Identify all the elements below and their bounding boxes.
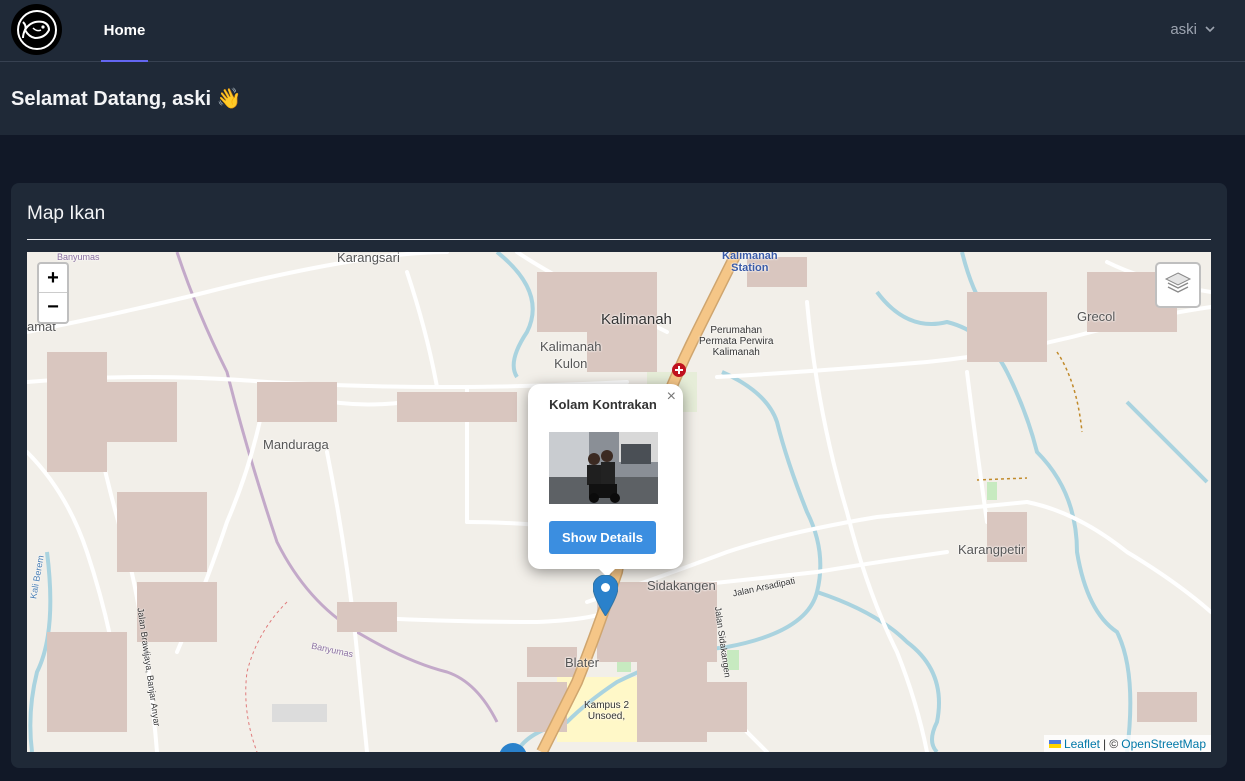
zoom-in-button[interactable]: +	[39, 264, 67, 293]
kampus-line-1: Kampus 2	[584, 700, 630, 711]
openstreetmap-link[interactable]: OpenStreetMap	[1121, 737, 1206, 751]
popup-title: Kolam Kontrakan	[549, 397, 657, 412]
place-label-manduraga: Manduraga	[263, 437, 329, 452]
top-navbar: Home aski	[0, 0, 1245, 62]
place-label-kampus: Kampus 2 Unsoed,	[584, 700, 629, 722]
place-label-grecol: Grecol	[1077, 309, 1116, 324]
kalimanah-kulon-line-2: Kulon	[554, 356, 588, 371]
kalimanah-kulon-line-1: Kalimanah	[540, 339, 602, 354]
attribution-separator: | ©	[1102, 736, 1119, 751]
place-label-kalimanah-kulon: Kalimanah Kulon	[540, 338, 601, 372]
pond-photo	[549, 432, 658, 504]
nav-home-link[interactable]: Home	[101, 0, 148, 62]
map-attribution: Leaflet | © OpenStreetMap	[1043, 735, 1211, 752]
map-marker-icon[interactable]	[592, 574, 619, 621]
map-popup: × Kolam Kontrakan Show Details	[528, 384, 683, 569]
card-divider	[27, 239, 1211, 240]
fish-map[interactable]: Karangsari Kalimanah Station Kalimanah K…	[27, 252, 1211, 752]
card-title: Map Ikan	[27, 203, 106, 224]
place-label-karangsari: Karangsari	[337, 252, 400, 265]
place-label-perumahan: Perumahan Permata Perwira Kalimanah	[699, 325, 773, 358]
user-name: aski	[1170, 20, 1197, 38]
page-header: Selamat Datang, aski 👋	[0, 62, 1245, 135]
layers-icon	[1164, 269, 1192, 302]
place-label-banyumas-top: Banyumas	[57, 252, 100, 262]
place-label-station: Kalimanah Station	[722, 252, 778, 274]
kampus-line-2: Unsoed,	[587, 711, 626, 722]
perumahan-line-1: Perumahan	[710, 325, 763, 336]
show-details-button[interactable]: Show Details	[549, 521, 656, 554]
station-label-line-2: Station	[731, 262, 769, 274]
user-menu-dropdown[interactable]: aski	[1170, 0, 1215, 58]
zoom-control: + −	[37, 262, 69, 324]
chevron-down-icon	[1205, 21, 1215, 38]
station-label-line-1: Kalimanah	[722, 252, 778, 262]
place-label-karangpetir: Karangpetir	[958, 542, 1026, 557]
perumahan-line-2: Permata Perwira	[699, 336, 774, 347]
ukraine-flag-icon	[1048, 737, 1061, 751]
map-card: Map Ikan Karangsari Kalimanah Station Ka…	[11, 183, 1227, 768]
leaflet-link[interactable]: Leaflet	[1064, 737, 1100, 751]
place-label-sidakangen: Sidakangen	[647, 578, 716, 593]
fish-logo-icon[interactable]	[11, 4, 62, 55]
layers-control-button[interactable]	[1155, 262, 1201, 308]
place-label-blater: Blater	[565, 655, 599, 670]
zoom-out-button[interactable]: −	[39, 293, 67, 322]
welcome-heading: Selamat Datang, aski 👋	[11, 88, 242, 110]
perumahan-line-3: Kalimanah	[712, 347, 760, 358]
place-label-kalimanah: Kalimanah	[601, 311, 672, 328]
